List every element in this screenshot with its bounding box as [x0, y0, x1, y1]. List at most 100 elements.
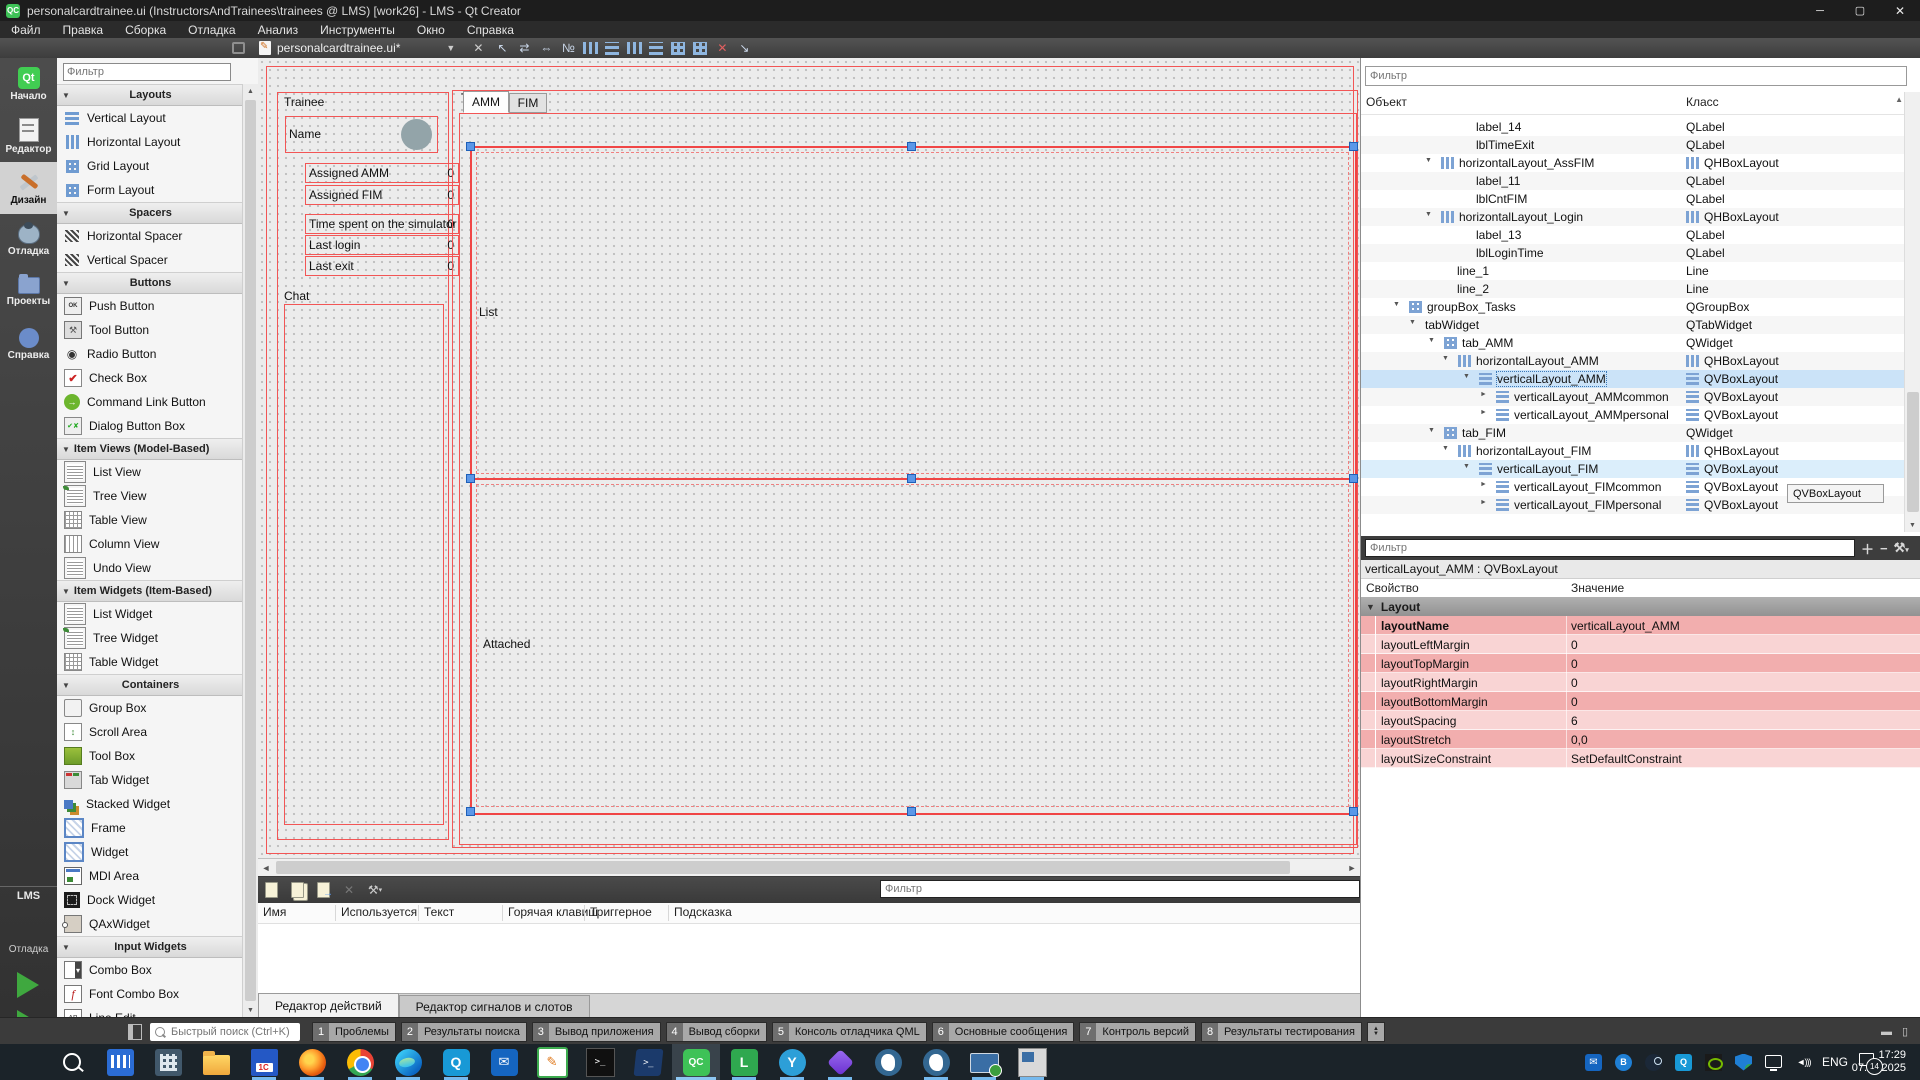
- menu-окно[interactable]: Окно: [406, 21, 456, 38]
- object-inspector-filter-input[interactable]: [1365, 66, 1907, 86]
- paste-action-icon[interactable]: →: [313, 881, 333, 899]
- chevron-right-icon[interactable]: ►: [1480, 481, 1487, 488]
- widget-undo-view[interactable]: Undo View: [57, 556, 258, 580]
- column-object[interactable]: Объект: [1366, 95, 1407, 109]
- tree-row-lblCntFIM[interactable]: lblCntFIMQLabel: [1361, 190, 1905, 208]
- mode-начало[interactable]: QtНачало: [0, 58, 57, 110]
- kit-selector[interactable]: LMS: [0, 890, 57, 902]
- scrollbar-thumb[interactable]: [1907, 392, 1919, 512]
- tree-row-verticalLayout_FIM[interactable]: ▼verticalLayout_FIMQVBoxLayout: [1361, 460, 1905, 478]
- property-row-layoutStretch[interactable]: layoutStretch0,0: [1361, 730, 1920, 749]
- section-input-widgets[interactable]: ▼Input Widgets: [57, 936, 258, 958]
- chevron-down-icon[interactable]: ▼: [1463, 373, 1470, 380]
- widget-qaxwidget[interactable]: QAxWidget: [57, 912, 258, 936]
- tray-volume-icon[interactable]: ◄))): [1795, 1054, 1812, 1071]
- tree-row-horizontalLayout_Login[interactable]: ▼horizontalLayout_LoginQHBoxLayout: [1361, 208, 1905, 226]
- tree-row-lblLoginTime[interactable]: lblLoginTimeQLabel: [1361, 244, 1905, 262]
- add-property-icon[interactable]: ＋: [1861, 539, 1874, 558]
- chevron-right-icon[interactable]: ►: [1480, 409, 1487, 416]
- taskbar-obsidian[interactable]: [816, 1044, 864, 1080]
- layout-grid-icon[interactable]: [691, 40, 709, 56]
- break-layout-icon[interactable]: ✕: [713, 40, 731, 56]
- menu-правка[interactable]: Правка: [52, 21, 115, 38]
- chevron-down-icon[interactable]: ▼: [1393, 301, 1400, 308]
- mode-проекты[interactable]: Проекты: [0, 266, 57, 318]
- menu-отладка[interactable]: Отладка: [177, 21, 246, 38]
- kit-build-config[interactable]: Отладка: [0, 944, 57, 955]
- scroll-right-icon[interactable]: ►: [1344, 859, 1360, 876]
- tray-mail-icon[interactable]: ✉: [1585, 1054, 1602, 1071]
- adjust-size-icon[interactable]: ↘: [735, 40, 753, 56]
- form-editor-canvas[interactable]: Trainee Name Assigned AMM0Assigned FIM0T…: [258, 58, 1360, 858]
- column-class[interactable]: Класс: [1686, 95, 1719, 109]
- configure-actions-icon[interactable]: ⚒▾: [365, 881, 385, 899]
- tray-nvidia-icon[interactable]: [1705, 1054, 1722, 1071]
- mode-справка[interactable]: Справка: [0, 318, 57, 370]
- layout-amm-common-outline[interactable]: List: [476, 152, 1349, 474]
- action-column-используется[interactable]: Используется: [341, 905, 417, 919]
- property-filter-input[interactable]: [1365, 539, 1855, 557]
- taskbar-cmd[interactable]: >_: [576, 1044, 624, 1080]
- taskbar-explorer[interactable]: [192, 1044, 240, 1080]
- taskbar-legacy-app[interactable]: [1008, 1044, 1056, 1080]
- notifications-button[interactable]: 14: [1859, 1053, 1874, 1066]
- taskbar-l-app[interactable]: L: [720, 1044, 768, 1080]
- widget-horizontal-spacer[interactable]: Horizontal Spacer: [57, 224, 258, 248]
- widget-tree-view[interactable]: Tree View: [57, 484, 258, 508]
- property-row-layoutRightMargin[interactable]: layoutRightMargin0: [1361, 673, 1920, 692]
- trainee-row-assigned-amm[interactable]: Assigned AMM0: [305, 163, 459, 183]
- taskbar-calculator[interactable]: [144, 1044, 192, 1080]
- widget-tool-button[interactable]: ⚒Tool Button: [57, 318, 258, 342]
- output-pane-вывод-приложения[interactable]: 3Вывод приложения: [532, 1022, 661, 1042]
- selection-handle[interactable]: [907, 142, 916, 151]
- property-row-layoutBottomMargin[interactable]: layoutBottomMargin0: [1361, 692, 1920, 711]
- widget-mdi-area[interactable]: MDI Area: [57, 864, 258, 888]
- menu-сборка[interactable]: Сборка: [114, 21, 177, 38]
- section-layouts[interactable]: ▼Layouts: [57, 84, 258, 106]
- column-value[interactable]: Значение: [1571, 581, 1624, 595]
- layout-amm-personal-outline[interactable]: Attached: [476, 484, 1349, 807]
- close-button[interactable]: ✕: [1880, 0, 1920, 21]
- selection-handle[interactable]: [1349, 142, 1358, 151]
- chat-area-widget[interactable]: [284, 304, 444, 825]
- section-item-views-model-based[interactable]: ▼Item Views (Model-Based): [57, 438, 258, 460]
- widget-radio-button[interactable]: ◉Radio Button: [57, 342, 258, 366]
- menu-анализ[interactable]: Анализ: [247, 21, 310, 38]
- output-pane-контроль-версий[interactable]: 7Контроль версий: [1079, 1022, 1196, 1042]
- action-filter-input[interactable]: [880, 880, 1360, 898]
- tree-row-label_14[interactable]: label_14QLabel: [1361, 118, 1905, 136]
- edit-buddies-icon[interactable]: ⇔: [537, 40, 555, 56]
- scrollbar-thumb[interactable]: [245, 100, 256, 1001]
- section-item-widgets-item-based[interactable]: ▼Item Widgets (Item-Based): [57, 580, 258, 602]
- tree-row-label_11[interactable]: label_11QLabel: [1361, 172, 1905, 190]
- widget-column-view[interactable]: Column View: [57, 532, 258, 556]
- selection-handle[interactable]: [466, 474, 475, 483]
- chevron-right-icon[interactable]: ►: [1480, 391, 1487, 398]
- tree-row-lblTimeExit[interactable]: lblTimeExitQLabel: [1361, 136, 1905, 154]
- run-icon[interactable]: [17, 972, 39, 998]
- tree-row-line_1[interactable]: line_1Line: [1361, 262, 1905, 280]
- taskbar-edge[interactable]: [384, 1044, 432, 1080]
- selection-handle[interactable]: [1349, 474, 1358, 483]
- tab-amm[interactable]: AMM: [463, 91, 509, 113]
- pane-updown-button[interactable]: ▲▼: [1367, 1022, 1385, 1042]
- taskbar-q-app[interactable]: Q: [432, 1044, 480, 1080]
- chevron-down-icon[interactable]: ▼: [1442, 355, 1449, 362]
- tab-fim[interactable]: FIM: [509, 93, 547, 113]
- taskbar-postgres2[interactable]: [912, 1044, 960, 1080]
- tree-row-tab_AMM[interactable]: ▼tab_AMMQWidget: [1361, 334, 1905, 352]
- tray-bluetooth-icon[interactable]: B: [1615, 1054, 1632, 1071]
- toggle-sidebar-icon[interactable]: [128, 1024, 142, 1040]
- widget-stacked-widget[interactable]: Stacked Widget: [57, 792, 258, 816]
- tree-row-tab_FIM[interactable]: ▼tab_FIMQWidget: [1361, 424, 1905, 442]
- selection-handle[interactable]: [466, 807, 475, 816]
- chevron-right-icon[interactable]: ►: [1480, 499, 1487, 506]
- remove-property-icon[interactable]: −: [1880, 541, 1888, 556]
- output-pane-результаты-тестирования[interactable]: 8Результаты тестирования: [1201, 1022, 1362, 1042]
- tray-anydesk-icon[interactable]: Q: [1675, 1054, 1692, 1071]
- property-row-layoutName[interactable]: layoutNameverticalLayout_AMM: [1361, 616, 1920, 635]
- taskbar-monitor-app[interactable]: [96, 1044, 144, 1080]
- widget-table-widget[interactable]: Table Widget: [57, 650, 258, 674]
- column-property[interactable]: Свойство: [1366, 581, 1419, 595]
- split-vertical-icon[interactable]: [647, 40, 665, 56]
